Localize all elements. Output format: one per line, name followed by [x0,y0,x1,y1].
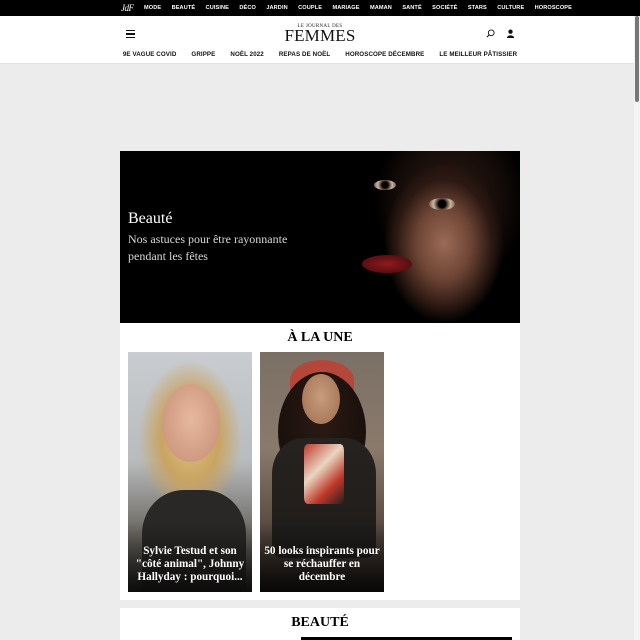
top-bar: JdF MODE BEAUTÉ CUISINE DÉCO JARDIN COUP… [0,0,640,16]
scrollbar[interactable] [634,16,640,640]
article-caption[interactable]: Sylvie Testud et son "côté animal", John… [132,545,248,584]
top-nav-item-societe[interactable]: SOCIÉTÉ [432,5,457,11]
top-nav-item-horoscope[interactable]: HOROSCOPE [535,5,572,11]
a-la-une-section: À LA UNE Sylvie Testud et son "côté anim… [120,323,520,600]
hero-image-face [352,151,520,323]
user-icon[interactable] [506,29,515,38]
trending-item-grippe[interactable]: GRIPPE [191,51,215,58]
article-image-face [302,374,340,424]
hero-image-lips [362,255,412,273]
trending-item-noel[interactable]: NOËL 2022 [230,51,263,58]
hero-subtitle[interactable]: Nos astuces pour être rayonnante pendant… [128,231,298,265]
top-nav-item-jardin[interactable]: JARDIN [266,5,287,11]
hero-banner[interactable]: Beauté Nos astuces pour être rayonnante … [120,151,520,323]
article-image-face [162,384,220,462]
top-nav-item-culture[interactable]: CULTURE [497,5,524,11]
brand-big-text: FEMMES [284,26,356,45]
hero-image-eye [429,198,455,210]
article-image-sweater [304,444,344,504]
trending-item-repas-noel[interactable]: REPAS DE NOËL [279,51,330,58]
scrollbar-thumb[interactable] [635,16,639,102]
search-icon[interactable] [486,29,495,38]
top-nav-item-mariage[interactable]: MARIAGE [332,5,359,11]
trending-nav: 9E VAGUE COVID GRIPPE NOËL 2022 REPAS DE… [0,51,640,58]
top-nav-item-deco[interactable]: DÉCO [239,5,256,11]
section-title: À LA UNE [287,330,353,345]
jdf-logo[interactable]: JdF [121,3,134,13]
trending-item-covid[interactable]: 9E VAGUE COVID [123,51,177,58]
top-nav-item-beaute[interactable]: BEAUTÉ [172,5,196,11]
top-nav-item-stars[interactable]: STARS [468,5,487,11]
article-card[interactable]: Sylvie Testud et son "côté animal", John… [128,352,252,592]
section-title: BEAUTÉ [291,615,349,630]
hero-title[interactable]: Beauté [128,210,172,228]
menu-icon[interactable] [126,30,135,38]
trending-item-horoscope[interactable]: HOROSCOPE DÉCEMBRE [345,51,424,58]
top-nav-item-sante[interactable]: SANTÉ [402,5,421,11]
top-nav-item-mode[interactable]: MODE [144,5,161,11]
trending-item-patissier[interactable]: LE MEILLEUR PÂTISSIER [439,51,517,58]
top-nav-item-couple[interactable]: COUPLE [298,5,322,11]
top-nav-item-maman[interactable]: MAMAN [370,5,392,11]
hero-image-eye [374,180,396,190]
top-nav-item-cuisine[interactable]: CUISINE [206,5,229,11]
site-logo[interactable]: LE JOURNAL DES FEMMES [283,24,357,45]
article-card[interactable]: 50 looks inspirants pour se réchauffer e… [260,352,384,592]
top-nav: MODE BEAUTÉ CUISINE DÉCO JARDIN COUPLE M… [144,0,582,16]
site-header: LE JOURNAL DES FEMMES 9E VAGUE COVID GRI… [0,16,640,64]
beaute-section: BEAUTÉ [120,608,520,640]
article-caption[interactable]: 50 looks inspirants pour se réchauffer e… [264,545,380,584]
